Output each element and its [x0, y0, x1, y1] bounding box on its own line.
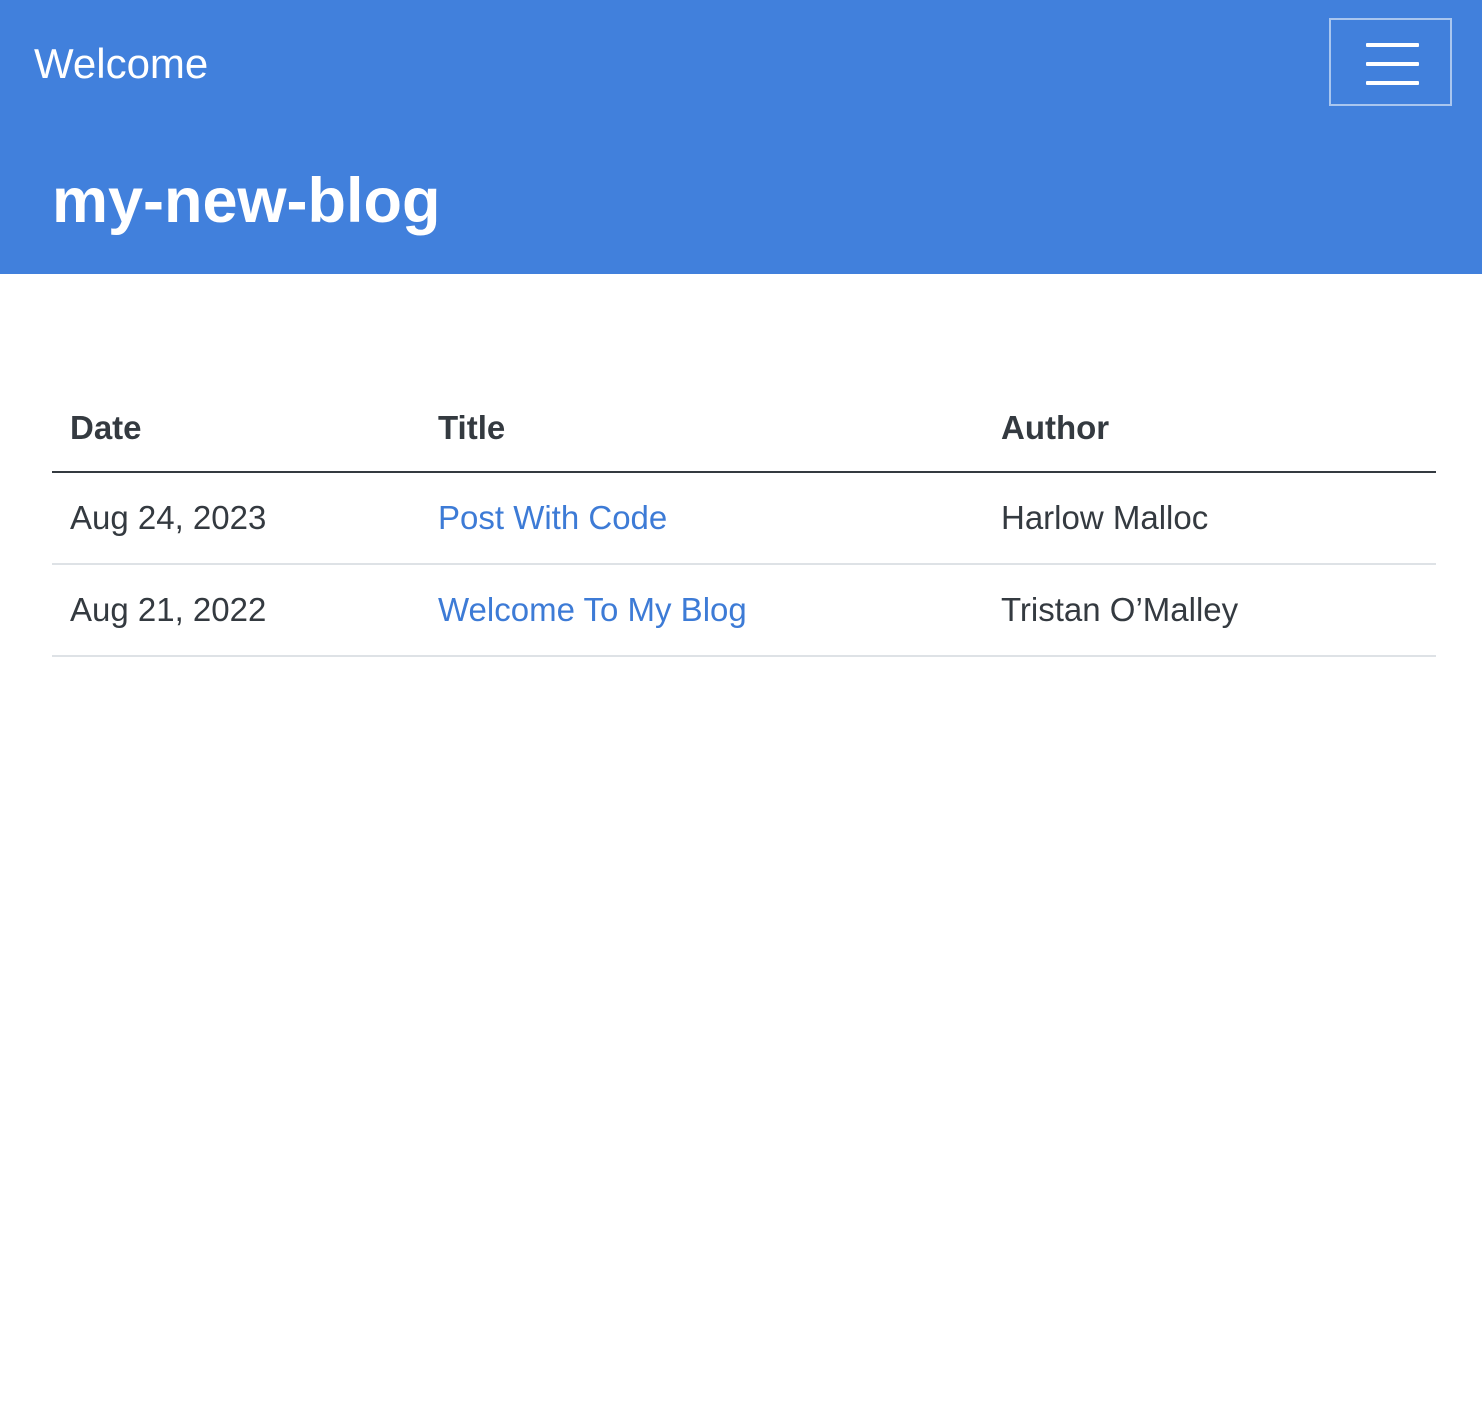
column-header-title[interactable]: Title [420, 384, 983, 473]
post-title-link[interactable]: Post With Code [438, 499, 667, 536]
hamburger-line [1366, 81, 1419, 85]
table-row: Aug 21, 2022 Welcome To My Blog Tristan … [52, 564, 1436, 657]
table-body: Aug 24, 2023 Post With Code Harlow Mallo… [52, 472, 1436, 657]
page-title: my-new-blog [52, 166, 441, 236]
navbar-brand-link[interactable]: Welcome [34, 38, 208, 90]
column-header-date[interactable]: Date [52, 384, 420, 473]
menu-toggle-button[interactable] [1329, 18, 1452, 106]
post-author: Tristan O’Malley [983, 564, 1436, 657]
table-row: Aug 24, 2023 Post With Code Harlow Mallo… [52, 472, 1436, 565]
post-title-cell: Welcome To My Blog [420, 564, 983, 657]
post-title-link[interactable]: Welcome To My Blog [438, 591, 747, 628]
hamburger-line [1366, 62, 1419, 66]
post-author: Harlow Malloc [983, 472, 1436, 565]
hamburger-line [1366, 43, 1419, 47]
page: Welcome my-new-blog Date Title Author Au… [0, 0, 1482, 1404]
post-date: Aug 24, 2023 [52, 472, 420, 565]
top-header: Welcome my-new-blog [0, 0, 1482, 274]
table-header: Date Title Author [52, 384, 1436, 473]
table-header-row: Date Title Author [52, 384, 1436, 473]
column-header-author[interactable]: Author [983, 384, 1436, 473]
post-listing-table: Date Title Author Aug 24, 2023 Post With… [52, 384, 1436, 657]
post-date: Aug 21, 2022 [52, 564, 420, 657]
post-title-cell: Post With Code [420, 472, 983, 565]
